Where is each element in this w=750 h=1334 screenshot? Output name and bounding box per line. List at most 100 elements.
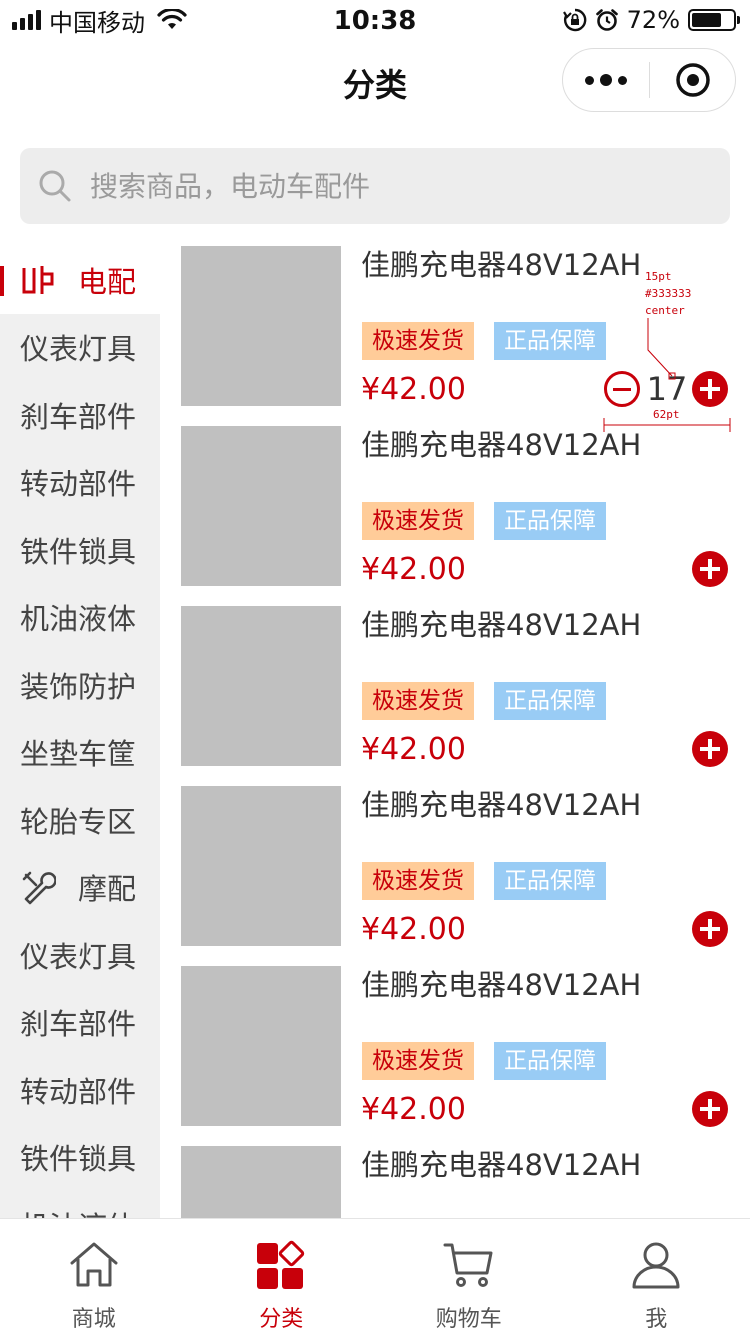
product-tags: 极速发货 正品保障 [362,682,606,720]
sidebar-item[interactable]: 转动部件 [0,449,160,517]
sidebar-item[interactable]: 刹车部件 [0,381,160,449]
sidebar-item-label: 铁件锁具 [20,1142,137,1177]
product-name: 佳鹏充电器48V12AH [361,248,642,282]
more-dot-icon [585,75,594,85]
sidebar-item-label: 转动部件 [20,467,137,502]
add-to-cart-icon[interactable] [692,371,728,407]
product-price: ¥42.00 [361,912,466,947]
product-tags: 极速发货 正品保障 [362,1042,606,1080]
add-to-cart-icon[interactable] [692,731,728,767]
sidebar-item-label: 电配 [78,264,137,299]
add-to-cart-icon[interactable] [692,551,728,587]
category-sidebar: 电配 仪表灯具 刹车部件 转动部件 铁件锁具 机油液体 装饰防护 坐垫车筐 轮胎专区 摩配 仪表灯具… [0,246,160,1218]
product-name: 佳鹏充电器48V12AH [361,788,642,822]
tab-home[interactable]: 商城 [0,1219,188,1334]
category-grid-icon [257,1240,305,1289]
sidebar-item[interactable]: 轮胎专区 [0,786,160,854]
tab-label: 商城 [71,1307,116,1332]
annotation-color: #333333 [645,287,692,300]
product-image[interactable] [181,426,341,586]
tab-label: 我 [645,1307,668,1332]
genuine-guarantee-tag: 正品保障 [494,502,606,540]
product-name: 佳鹏充电器48V12AH [361,968,642,1002]
product-image[interactable] [181,606,341,766]
tab-label: 购物车 [435,1307,502,1332]
sidebar-item[interactable]: 仪表灯具 [0,314,160,382]
sidebar-category[interactable]: 摩配 [0,853,160,921]
product-list: 佳鹏充电器48V12AH 极速发货 正品保障 ¥42.00 17 佳鹏充电器48V12AH… [160,246,750,1218]
sidebar-item[interactable]: 坐垫车筐 [0,719,160,787]
rotation-lock-icon [562,8,587,32]
more-dot-icon [618,75,627,85]
more-dot-icon [600,74,612,86]
product-card[interactable]: 佳鹏充电器48V12AH 极速发货正品保障 ¥42.00 [160,786,750,966]
product-card[interactable]: 佳鹏充电器48V12AH 极速发货正品保障 ¥42.00 [160,966,750,1146]
fast-shipping-tag: 极速发货 [362,322,474,360]
sidebar-item[interactable]: 铁件锁具 [0,1124,160,1192]
battery-fill [692,13,721,27]
quantity-value: 17 [646,370,688,408]
annotation-align: center [645,304,685,317]
product-card[interactable]: 佳鹏充电器48V12AH 极速发货正品保障 ¥42.00 [160,606,750,786]
product-name: 佳鹏充电器48V12AH [361,428,642,462]
home-icon [70,1242,118,1287]
sidebar-category[interactable]: 电配 [0,246,160,314]
product-tags: 极速发货 正品保障 [362,502,606,540]
close-miniprogram-button[interactable] [650,49,735,111]
status-right: 72% [562,6,740,34]
product-image[interactable] [181,1146,341,1218]
genuine-guarantee-tag: 正品保障 [494,1042,606,1080]
product-name: 佳鹏充电器48V12AH [361,608,642,642]
product-card[interactable]: 佳鹏充电器48V12AH极速发货正品保障¥42.00 [160,1146,750,1218]
sidebar-item-label: 刹车部件 [20,399,137,434]
sidebar-item[interactable]: 机油液体 [0,1191,160,1218]
product-tags: 极速发货 正品保障 [362,322,606,360]
fast-shipping-tag: 极速发货 [362,502,474,540]
product-image[interactable] [181,966,341,1126]
product-image[interactable] [181,246,341,406]
target-icon [675,63,710,97]
sidebar-item-label: 轮胎专区 [20,804,137,839]
product-price: ¥42.00 [361,552,466,587]
add-to-cart-icon[interactable] [692,1091,728,1127]
sidebar-item[interactable]: 机油液体 [0,584,160,652]
sidebar-item[interactable]: 仪表灯具 [0,921,160,989]
product-name: 佳鹏充电器48V12AH [361,1148,642,1182]
product-image[interactable] [181,786,341,946]
sidebar-item[interactable]: 铁件锁具 [0,516,160,584]
sidebar-item[interactable]: 转动部件 [0,1056,160,1124]
sidebar-item[interactable]: 刹车部件 [0,989,160,1057]
navbar: 分类 [0,40,750,126]
sidebar-item-label: 仪表灯具 [20,332,137,367]
genuine-guarantee-tag: 正品保障 [494,862,606,900]
sidebar-item[interactable]: 装饰防护 [0,651,160,719]
miniprogram-capsule [562,48,736,112]
tab-category[interactable]: 分类 [188,1219,376,1334]
search-input[interactable] [90,169,670,203]
search-icon [39,170,71,202]
minus-icon[interactable] [604,371,640,407]
fast-shipping-tag: 极速发货 [362,862,474,900]
tab-cart[interactable]: 购物车 [375,1219,563,1334]
alarm-icon [595,9,618,31]
add-to-cart-icon[interactable] [692,911,728,947]
genuine-guarantee-tag: 正品保障 [494,322,606,360]
sidebar-item-label: 坐垫车筐 [20,737,137,772]
user-icon [632,1242,680,1289]
battery-icon [688,9,740,31]
sidebar-item-label: 铁件锁具 [20,534,137,569]
tab-label: 分类 [259,1307,304,1332]
more-menu-button[interactable] [563,49,649,111]
sidebar-item-label: 摩配 [78,872,137,907]
product-price: ¥42.00 [361,1092,466,1127]
product-price: ¥42.00 [361,732,466,767]
genuine-guarantee-tag: 正品保障 [494,682,606,720]
sidebar-item-label: 仪表灯具 [20,939,137,974]
sidebar-item-label: 装饰防护 [20,669,137,704]
sidebar-item-label: 刹车部件 [20,1007,137,1042]
product-card[interactable]: 佳鹏充电器48V12AH 极速发货正品保障 ¥42.00 [160,426,750,606]
tab-profile[interactable]: 我 [563,1219,750,1334]
search-bar[interactable] [20,148,730,224]
status-bar: 中国移动 10:38 72% [0,0,750,40]
cart-icon [443,1243,493,1287]
